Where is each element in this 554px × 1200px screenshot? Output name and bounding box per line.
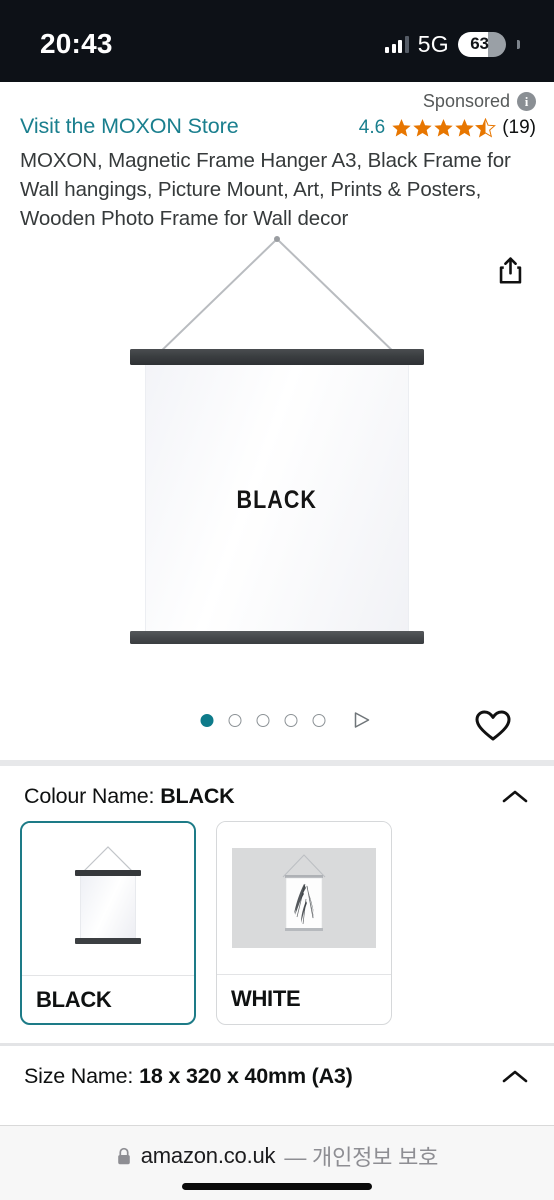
colour-selected-value: BLACK (160, 784, 235, 809)
browser-url-bar[interactable]: amazon.co.uk — 개인정보 보호 (0, 1125, 554, 1200)
rating-count: (19) (502, 117, 536, 138)
heart-icon[interactable] (472, 704, 514, 746)
carousel-dots[interactable] (200, 712, 370, 729)
home-indicator[interactable] (182, 1183, 372, 1190)
hanger-string (155, 236, 399, 356)
status-indicators: 5G 63 (385, 25, 520, 58)
poster-area: BLACK (145, 365, 409, 636)
carousel-dot-2[interactable] (228, 713, 242, 727)
page-content: Sponsored i Visit the MOXON Store 4.6 (1… (0, 82, 554, 1102)
colour-option-white[interactable]: WHITE (216, 821, 392, 1026)
colour-option-black-label: BLACK (22, 975, 194, 1023)
carousel-controls (0, 698, 554, 760)
battery-percent-label: 63 (470, 34, 489, 53)
phone-screen: 20:43 5G 63 Sponsored i Visit the MOXON … (0, 0, 554, 1200)
rating-block[interactable]: 4.6 (19) (359, 117, 536, 139)
store-link[interactable]: Visit the MOXON Store (20, 114, 239, 139)
size-selected-value: 18 x 320 x 40mm (A3) (139, 1064, 353, 1089)
signal-bars-icon (385, 35, 409, 53)
sponsored-row: Sponsored i (0, 82, 554, 112)
size-label: Size Name: (24, 1064, 134, 1089)
frame-bottom-bar (130, 631, 424, 645)
carousel-dot-1[interactable] (200, 713, 214, 727)
status-bar: 20:43 5G 63 (0, 0, 554, 82)
share-icon[interactable] (490, 250, 530, 292)
url-row[interactable]: amazon.co.uk — 개인정보 보호 (0, 1126, 554, 1172)
product-image-area[interactable]: BLACK (0, 233, 554, 699)
battery-tip (517, 39, 520, 49)
store-and-rating-row: Visit the MOXON Store 4.6 (19) (0, 112, 554, 139)
hero-frame-illustration: BLACK (127, 233, 427, 653)
chevron-up-icon[interactable] (502, 789, 528, 804)
size-label-row: Size Name: 18 x 320 x 40mm (A3) (24, 1064, 353, 1089)
white-frame-art (282, 854, 326, 932)
rating-stars-icon (391, 118, 497, 138)
rating-value: 4.6 (358, 117, 386, 138)
url-domain: amazon.co.uk (140, 1143, 276, 1168)
play-triangle-icon[interactable] (341, 712, 370, 729)
carousel-dot-3[interactable] (256, 713, 270, 727)
colour-label: Colour Name: (24, 784, 155, 809)
sponsored-label: Sponsored (422, 90, 510, 111)
url-privacy-note: — 개인정보 보호 (284, 1145, 439, 1170)
colour-swatch-list: BLACK WHITE (0, 821, 554, 1043)
product-title: MOXON, Magnetic Frame Hanger A3, Black F… (20, 149, 511, 231)
frame-top-bar (130, 349, 424, 366)
white-frame-feather-thumbnail (217, 822, 391, 975)
battery-icon: 63 (458, 31, 506, 57)
colour-label-row: Colour Name: BLACK (24, 784, 235, 809)
carousel-dot-4[interactable] (284, 713, 298, 727)
info-icon[interactable]: i (517, 91, 536, 111)
carousel-dot-5[interactable] (312, 713, 326, 727)
colour-section-header[interactable]: Colour Name: BLACK (0, 766, 554, 821)
colour-option-black[interactable]: BLACK (20, 821, 196, 1026)
chevron-up-icon-size[interactable] (502, 1069, 528, 1084)
colour-option-white-label: WHITE (217, 974, 391, 1022)
size-section-header[interactable]: Size Name: 18 x 320 x 40mm (A3) (0, 1046, 554, 1101)
black-frame-thumbnail (22, 823, 194, 976)
status-time: 20:43 (40, 28, 113, 59)
network-type-label: 5G (417, 30, 449, 57)
poster-text: BLACK (236, 485, 318, 514)
lock-icon (116, 1147, 132, 1166)
